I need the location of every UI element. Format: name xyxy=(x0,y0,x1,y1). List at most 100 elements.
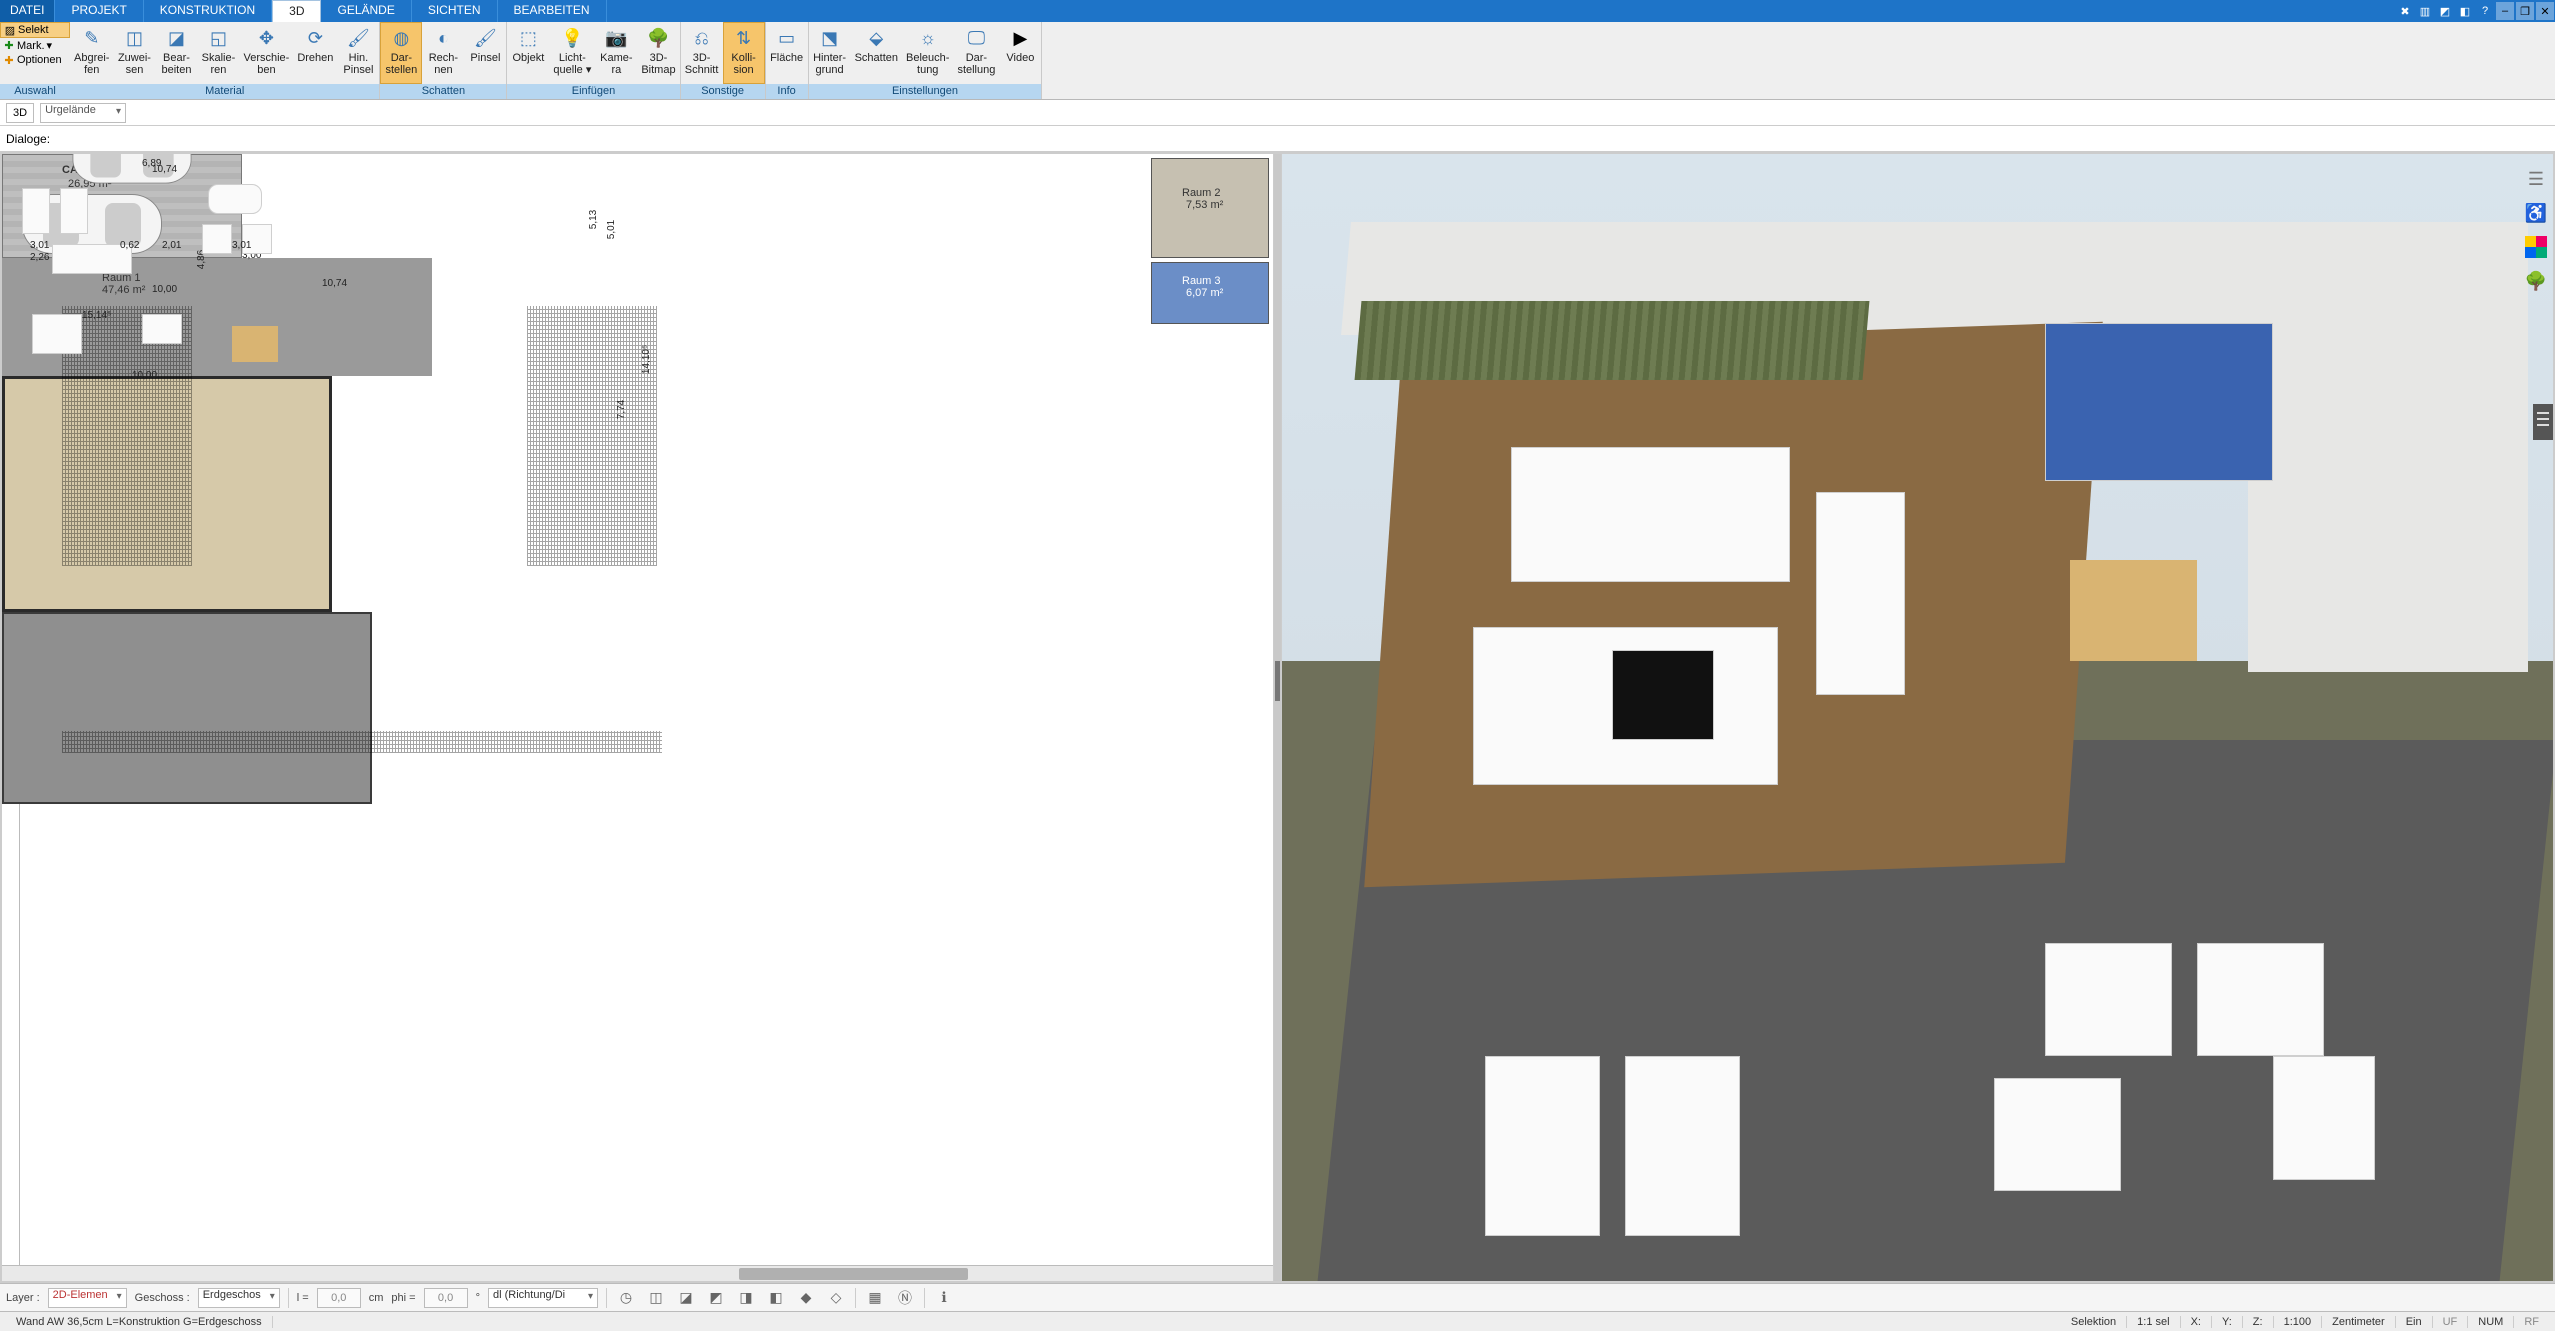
beleuchtung-button[interactable]: ☼Beleuch- tung xyxy=(902,22,953,84)
pinsel-button[interactable]: 🖌Pinsel xyxy=(464,22,506,84)
mode-combo[interactable]: dl (Richtung/Di xyxy=(488,1288,598,1308)
grid-icon[interactable]: ▥ xyxy=(2416,2,2434,20)
layer-label: Layer : xyxy=(6,1292,40,1304)
clock-icon[interactable]: ◷ xyxy=(615,1287,637,1309)
status-unit: Zentimeter xyxy=(2322,1316,2396,1328)
lichtquelle-button[interactable]: 💡Licht- quelle ▾ xyxy=(549,22,595,84)
scene-lounger-1[interactable] xyxy=(1485,1056,1599,1236)
kollision-button[interactable]: ⇅Kolli- sion xyxy=(723,22,765,84)
terrain-combo[interactable]: Urgelände xyxy=(40,103,126,123)
optionen-button[interactable]: ✚Optionen xyxy=(0,53,70,67)
tools-icon[interactable]: ✖ xyxy=(2396,2,2414,20)
video-button[interactable]: ▶Video xyxy=(999,22,1041,84)
tool-e-icon[interactable]: ◧ xyxy=(765,1287,787,1309)
plan-kitchen[interactable] xyxy=(32,314,82,354)
scene-cooktop[interactable] xyxy=(1612,650,1714,740)
layer-combo[interactable]: 2D-Elemen xyxy=(48,1288,127,1308)
layers-icon[interactable]: ☰ xyxy=(2525,168,2547,190)
l-input[interactable] xyxy=(317,1288,361,1308)
rechnen-button[interactable]: ◐Rech- nen xyxy=(422,22,464,84)
zuweisen-button[interactable]: ◫Zuwei- sen xyxy=(113,22,155,84)
info-icon[interactable]: ℹ xyxy=(933,1287,955,1309)
schatten-settings-button[interactable]: ⬙Schatten xyxy=(851,22,902,84)
phi-input[interactable] xyxy=(424,1288,468,1308)
abgreifen-button[interactable]: ✎Abgrei- fen xyxy=(70,22,113,84)
scene-wall-right xyxy=(2248,222,2528,673)
misc-icon[interactable]: ◩ xyxy=(2436,2,2454,20)
darstellen-button[interactable]: ◍Dar- stellen xyxy=(380,22,422,84)
menu-bearbeiten[interactable]: BEARBEITEN xyxy=(498,0,607,22)
menu-gelaende[interactable]: GELÄNDE xyxy=(321,0,411,22)
scene-island[interactable] xyxy=(1511,447,1791,582)
scene-sofa-2[interactable] xyxy=(2197,943,2324,1056)
hintergrund-button[interactable]: ⬔Hinter- grund xyxy=(809,22,851,84)
terrace-chair-1[interactable] xyxy=(22,188,50,234)
kamera-button[interactable]: 📷Kame- ra xyxy=(595,22,637,84)
darstellung-button[interactable]: 🖵Dar- stellung xyxy=(953,22,999,84)
plan-table[interactable] xyxy=(232,326,278,362)
scene-seat-2[interactable] xyxy=(2273,1056,2375,1180)
bearbeiten-button[interactable]: ◪Bear- beiten xyxy=(155,22,197,84)
furniture-icon[interactable]: ♿ xyxy=(2525,202,2547,224)
phi-unit: ° xyxy=(476,1292,480,1304)
objekt-button[interactable]: ⬚Objekt xyxy=(507,22,549,84)
pane-splitter[interactable] xyxy=(1274,154,1281,1281)
menu-projekt[interactable]: PROJEKT xyxy=(55,0,143,22)
menu-konstruktion[interactable]: KONSTRUKTION xyxy=(144,0,272,22)
window-close-icon[interactable]: ✕ xyxy=(2536,2,2554,20)
scene-solar-panel[interactable] xyxy=(2045,323,2274,481)
view-tag-3d[interactable]: 3D xyxy=(6,103,34,123)
plan-raum3[interactable]: Raum 3 6,07 m² xyxy=(1151,262,1269,324)
flaeche-button[interactable]: ▭Fläche xyxy=(766,22,808,84)
plan-raum2[interactable]: Raum 2 7,53 m² xyxy=(1151,158,1269,258)
schnitt3d-button[interactable]: ⎌3D- Schnitt xyxy=(681,22,723,84)
plan-terrace[interactable]: 10,74 15,14⁵ 3,01 2,26 0,62 2,01 3,01 10… xyxy=(2,612,372,804)
play-icon: ▶ xyxy=(1008,26,1032,50)
plan-fridge[interactable] xyxy=(142,314,182,344)
menu-3d[interactable]: 3D xyxy=(272,0,321,22)
palette-icon[interactable] xyxy=(2525,236,2547,258)
hin-pinsel-button[interactable]: 🖌Hin. Pinsel xyxy=(337,22,379,84)
view-2d-plan[interactable]: CARPORT 26,95 m² 5,38 10,74 5,25 Raum 1 … xyxy=(2,154,1273,1281)
scene-lounger-2[interactable] xyxy=(1625,1056,1739,1236)
tool-c-icon[interactable]: ◩ xyxy=(705,1287,727,1309)
tool-f-icon[interactable]: ◆ xyxy=(795,1287,817,1309)
scene-dining-table[interactable] xyxy=(2070,560,2197,661)
menu-spacer xyxy=(607,0,2395,22)
tool-a-icon[interactable]: ◫ xyxy=(645,1287,667,1309)
menu-sichten[interactable]: SICHTEN xyxy=(412,0,498,22)
menu-datei[interactable]: DATEI xyxy=(0,0,55,22)
dim-p: 3,01 xyxy=(30,240,49,251)
terrace-seat-1[interactable] xyxy=(202,224,232,254)
scene-sofa-1[interactable] xyxy=(2045,943,2172,1056)
grid-toggle-icon[interactable]: ▦ xyxy=(864,1287,886,1309)
terrace-chair-2[interactable] xyxy=(60,188,88,234)
view-3d[interactable]: ☰ ♿ 🌳 xyxy=(1282,154,2553,1281)
bitmap3d-button[interactable]: 🌳3D- Bitmap xyxy=(637,22,679,84)
mark-button[interactable]: ✚Mark.▾ xyxy=(0,38,70,53)
scene-fridge[interactable] xyxy=(1816,492,1905,695)
plan-h-scrollbar[interactable] xyxy=(2,1265,1273,1281)
window-minimize-icon[interactable]: – xyxy=(2496,2,2514,20)
north-icon[interactable]: Ⓝ xyxy=(894,1287,916,1309)
tree2-icon[interactable]: 🌳 xyxy=(2525,270,2547,292)
geschoss-combo[interactable]: Erdgeschos xyxy=(198,1288,280,1308)
terrace-sofa[interactable] xyxy=(208,184,262,214)
tool-b-icon[interactable]: ◪ xyxy=(675,1287,697,1309)
tool-d-icon[interactable]: ◨ xyxy=(735,1287,757,1309)
bushes-bottom xyxy=(62,731,662,753)
camera-icon: 📷 xyxy=(604,26,628,50)
window-restore-icon[interactable]: ❐ xyxy=(2516,2,2534,20)
scene-seat-1[interactable] xyxy=(1994,1078,2121,1191)
side-drawer-handle[interactable] xyxy=(2533,404,2553,440)
object-icon: ⬚ xyxy=(516,26,540,50)
tool-g-icon[interactable]: ◇ xyxy=(825,1287,847,1309)
drehen-button[interactable]: ⟳Drehen xyxy=(293,22,337,84)
presets-icon[interactable]: ◧ xyxy=(2456,2,2474,20)
verschieben-button[interactable]: ✥Verschie- ben xyxy=(239,22,293,84)
workspace: CARPORT 26,95 m² 5,38 10,74 5,25 Raum 1 … xyxy=(0,152,2555,1283)
help-icon[interactable]: ? xyxy=(2476,2,2494,20)
skalieren-button[interactable]: ◱Skalie- ren xyxy=(197,22,239,84)
selekt-button[interactable]: ▨Selekt xyxy=(0,22,70,38)
ribbon-group-einfuegen: ⬚Objekt 💡Licht- quelle ▾ 📷Kame- ra 🌳3D- … xyxy=(507,22,680,99)
